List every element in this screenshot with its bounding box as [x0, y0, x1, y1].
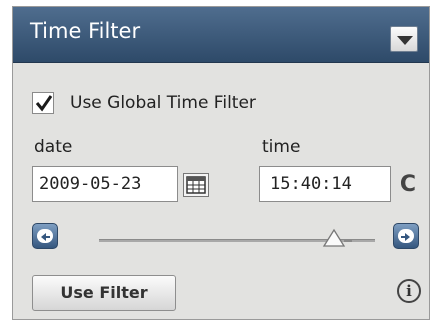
chevron-down-icon[interactable] — [390, 26, 418, 52]
time-filter-panel: Time Filter Use Global Time Filter date … — [12, 6, 430, 320]
use-global-time-filter-checkbox[interactable] — [32, 92, 54, 114]
panel-title: Time Filter — [30, 19, 141, 43]
use-filter-button[interactable]: Use Filter — [32, 275, 176, 311]
time-label: time — [262, 137, 301, 157]
time-slider-thumb[interactable] — [322, 228, 354, 252]
step-back-icon[interactable] — [32, 223, 58, 249]
date-label: date — [34, 137, 73, 157]
step-forward-arrow — [398, 229, 414, 243]
panel-header: Time Filter — [13, 7, 429, 63]
checkmark-icon — [35, 95, 53, 112]
use-global-time-filter-label: Use Global Time Filter — [70, 93, 256, 113]
step-back-arrow — [37, 229, 53, 243]
calendar-grid — [186, 176, 206, 194]
date-input[interactable]: 2009-05-23 — [32, 166, 178, 202]
time-input[interactable]: 15:40:14 — [259, 166, 391, 202]
step-forward-icon[interactable] — [393, 223, 419, 249]
calendar-icon[interactable] — [183, 173, 209, 197]
refresh-icon[interactable]: C — [394, 172, 422, 200]
info-icon[interactable]: i — [397, 279, 421, 303]
